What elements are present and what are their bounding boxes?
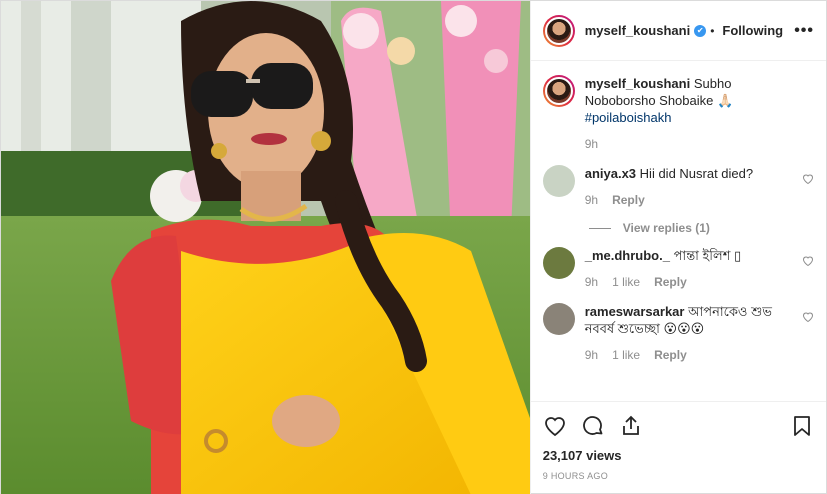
reply-button[interactable]: Reply xyxy=(612,192,645,209)
caption-username[interactable]: myself_koushani xyxy=(585,76,691,91)
comment-time: 9h xyxy=(584,193,599,207)
comment-time: 9h xyxy=(584,275,599,289)
verified-badge-icon: ✔ xyxy=(694,24,707,37)
comment-like-heart-icon[interactable] xyxy=(802,255,814,267)
post-side-panel: myself_koushani ✔ • Following ••• myself… xyxy=(529,1,826,494)
post-actions: 23,107 views 9 HOURS AGO xyxy=(530,401,826,494)
view-replies-button[interactable]: View replies (1) xyxy=(588,221,814,235)
comment-time: 9h xyxy=(584,348,599,362)
comment-item: _me.dhrubo._ পান্তা ইলিশ ▯ 9h 1 like Rep… xyxy=(542,247,814,291)
comment-like-heart-icon[interactable] xyxy=(802,173,814,185)
commenter-avatar[interactable] xyxy=(542,303,575,335)
following-button[interactable]: Following xyxy=(722,23,783,38)
reply-button[interactable]: Reply xyxy=(654,274,687,291)
comment-icon[interactable] xyxy=(581,414,605,438)
comments-list: myself_koushani Subho Noboborsho Shobaik… xyxy=(531,61,826,401)
caption: myself_koushani Subho Noboborsho Shobaik… xyxy=(542,75,814,153)
post-photo xyxy=(1,1,530,494)
commenter-avatar[interactable] xyxy=(542,247,575,279)
instagram-post: myself_koushani ✔ • Following ••• myself… xyxy=(0,0,827,494)
comment-username[interactable]: rameswarsarkar xyxy=(585,304,685,319)
comment-like-heart-icon[interactable] xyxy=(802,311,814,323)
comment-username[interactable]: _me.dhrubo._ xyxy=(585,248,670,263)
bookmark-icon[interactable] xyxy=(790,414,814,438)
view-replies-label: View replies (1) xyxy=(622,221,710,235)
caption-hashtag-link[interactable]: #poilaboishakh xyxy=(585,110,672,125)
heart-icon[interactable] xyxy=(543,414,567,438)
more-options-icon[interactable]: ••• xyxy=(794,22,814,40)
comment-text: পান্তা ইলিশ ▯ xyxy=(673,248,742,263)
post-header: myself_koushani ✔ • Following ••• xyxy=(530,1,826,61)
comment-item: aniya.x3 Hii did Nusrat died? 9h Reply xyxy=(542,165,814,209)
author-avatar[interactable] xyxy=(542,14,575,47)
comment-likes[interactable]: 1 like xyxy=(612,347,640,364)
comment-item: rameswarsarkar আপনাকেও শুভ নববর্ষ শুভেচ্… xyxy=(542,303,814,364)
reply-button[interactable]: Reply xyxy=(654,347,687,364)
commenter-avatar[interactable] xyxy=(542,165,575,197)
post-image[interactable] xyxy=(1,1,530,494)
view-count[interactable]: 23,107 views xyxy=(543,448,814,463)
comment-likes[interactable]: 1 like xyxy=(612,274,640,291)
comment-text: Hii did Nusrat died? xyxy=(639,166,754,181)
comment-username[interactable]: aniya.x3 xyxy=(585,166,636,181)
header-separator: • xyxy=(710,23,715,38)
author-username[interactable]: myself_koushani xyxy=(585,23,691,38)
post-timestamp: 9 HOURS AGO xyxy=(542,471,609,481)
caption-time: 9h xyxy=(584,137,599,151)
share-icon[interactable] xyxy=(619,414,643,438)
caption-avatar[interactable] xyxy=(542,75,575,107)
